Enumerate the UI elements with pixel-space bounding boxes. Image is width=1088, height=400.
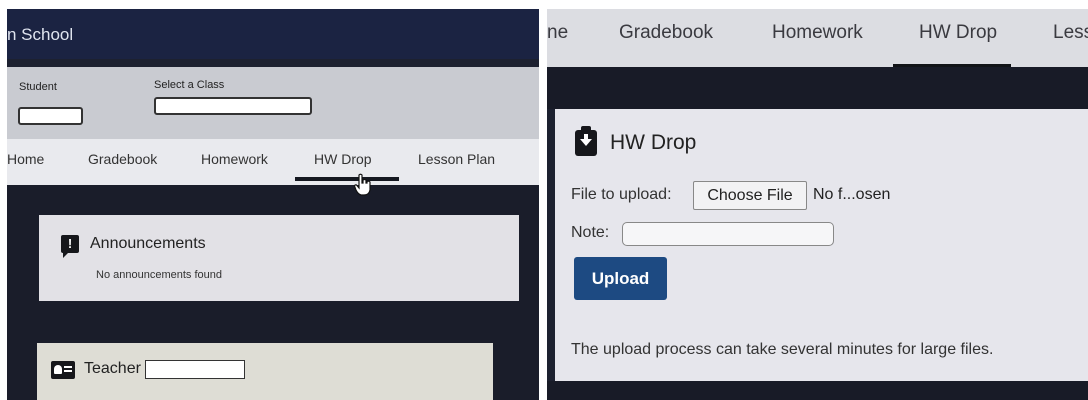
clipboard-download-icon (575, 126, 597, 156)
teacher-title: Teacher (84, 360, 141, 377)
tab-home[interactable]: ne (547, 22, 568, 44)
upload-info-text: The upload process can take several minu… (571, 341, 994, 358)
student-label: Student (19, 81, 57, 93)
tab-hw-drop[interactable]: HW Drop (919, 22, 997, 44)
tab-homework[interactable]: Homework (201, 151, 268, 167)
class-label: Select a Class (154, 79, 225, 91)
file-status-text: No f...osen (813, 186, 891, 203)
id-card-icon (51, 361, 75, 379)
hw-drop-title: HW Drop (610, 131, 697, 154)
selector-bar: Student Select a Class (7, 67, 539, 139)
main-nav: ne Gradebook Homework HW Drop Less (547, 9, 1088, 67)
main-nav: Home Gradebook Homework HW Drop Lesson P… (7, 139, 539, 185)
upload-button[interactable]: Upload (574, 257, 667, 300)
left-screenshot: n School Student Select a Class Home Gra… (7, 9, 539, 400)
announcements-card: ! Announcements No announcements found (39, 215, 519, 301)
class-select[interactable] (154, 97, 312, 115)
announcements-empty-text: No announcements found (96, 269, 222, 281)
active-tab-indicator (295, 177, 399, 181)
tab-gradebook[interactable]: Gradebook (619, 22, 713, 44)
tab-lesson-plan[interactable]: Lesson Plan (418, 151, 495, 167)
school-title: n School (7, 25, 74, 44)
nav-spacer (547, 67, 1088, 109)
page-footer-area (547, 381, 1088, 400)
choose-file-button[interactable]: Choose File (693, 181, 807, 210)
note-label: Note: (571, 224, 610, 241)
announcements-title: Announcements (90, 235, 206, 252)
hw-drop-card: HW Drop File to upload: Choose File No f… (555, 109, 1088, 381)
hand-cursor-icon (353, 173, 371, 196)
teacher-name-box (145, 360, 245, 379)
student-select[interactable] (18, 107, 83, 125)
tab-home[interactable]: Home (7, 151, 44, 167)
note-input[interactable] (622, 222, 834, 246)
file-upload-label: File to upload: (571, 186, 672, 203)
app-header: n School (7, 9, 539, 59)
teacher-card: Teacher (37, 343, 493, 400)
tab-lesson-plan[interactable]: Less (1053, 22, 1088, 44)
right-screenshot: ne Gradebook Homework HW Drop Less HW Dr… (547, 9, 1088, 400)
tab-gradebook[interactable]: Gradebook (88, 151, 157, 167)
announcement-icon: ! (61, 235, 79, 258)
tab-homework[interactable]: Homework (772, 22, 863, 44)
tab-hw-drop[interactable]: HW Drop (314, 151, 372, 167)
